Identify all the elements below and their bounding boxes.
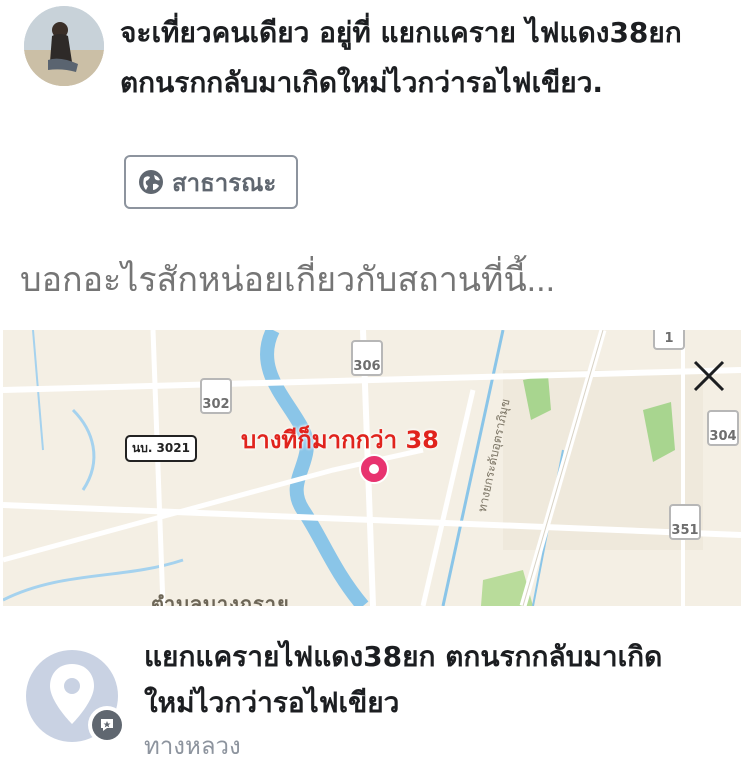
map-preview[interactable]: 306 302 304 351 1 นบ. 3021 บางทีก็มากกว่… bbox=[3, 330, 741, 606]
status-text: จะเที่ยวคนเดียว อยู่ที่ แยกแคราย ไฟแดง38… bbox=[120, 16, 682, 99]
privacy-label: สาธารณะ bbox=[172, 168, 277, 197]
local-road-label: นบ. 3021 bbox=[125, 435, 197, 462]
check-in-badge-icon bbox=[88, 706, 126, 744]
place-name: แยกแครายไฟแดง38ยก ตกนรกกลับมาเกิดใหม่ไวก… bbox=[144, 640, 663, 719]
place-comment-input[interactable] bbox=[20, 250, 720, 310]
place-card[interactable]: แยกแครายไฟแดง38ยก ตกนรกกลับมาเกิดใหม่ไวก… bbox=[0, 606, 741, 773]
globe-icon bbox=[139, 170, 163, 194]
highway-shield-304: 304 bbox=[707, 410, 739, 446]
highway-shield-351: 351 bbox=[669, 504, 701, 540]
privacy-selector-button[interactable]: สาธารณะ bbox=[124, 155, 298, 209]
close-icon[interactable] bbox=[689, 356, 729, 396]
area-label: ตำบลบางกราย bbox=[151, 592, 290, 606]
place-category: ทางหลวง bbox=[144, 732, 241, 760]
highway-shield-1: 1 bbox=[653, 330, 685, 350]
map-pin-label: บางทีก็มากกว่า 38 bbox=[241, 426, 439, 454]
map-pin-icon bbox=[359, 454, 389, 484]
avatar-photo bbox=[24, 6, 104, 86]
highway-shield-306: 306 bbox=[351, 340, 383, 376]
highway-shield-302: 302 bbox=[200, 378, 232, 414]
post-header: จะเที่ยวคนเดียว อยู่ที่ แยกแคราย ไฟแดง38… bbox=[0, 0, 741, 215]
avatar[interactable] bbox=[24, 6, 104, 86]
